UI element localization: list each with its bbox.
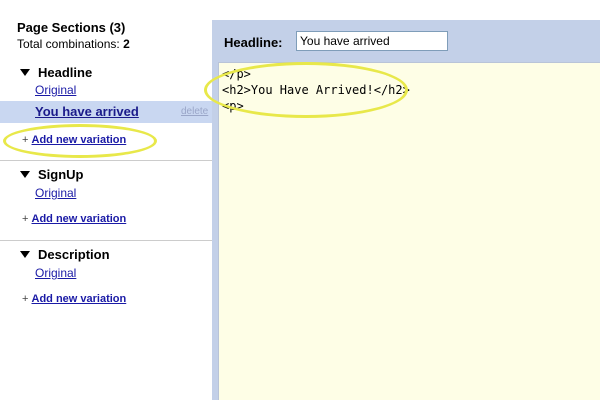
headline-field-label: Headline:: [224, 35, 283, 50]
plus-icon: +: [22, 213, 29, 225]
section-signup-toggle[interactable]: SignUp: [20, 166, 84, 182]
code-line: </p>: [222, 67, 251, 81]
delete-variation-link[interactable]: delete: [181, 106, 208, 117]
collapse-triangle-icon[interactable]: [20, 68, 30, 76]
add-new-variation-description[interactable]: + Add new variation: [22, 293, 126, 306]
collapse-triangle-icon[interactable]: [20, 170, 30, 178]
variation-selected-row[interactable]: You have arrived delete: [0, 101, 212, 123]
section-headline-toggle[interactable]: Headline: [20, 64, 92, 80]
section-divider: [0, 240, 212, 241]
html-code-editor[interactable]: </p> <h2>You Have Arrived!</h2> <p>: [218, 62, 600, 400]
add-new-variation-link[interactable]: Add new variation: [32, 213, 127, 225]
combinations-count: 2: [123, 37, 130, 51]
add-new-variation-link[interactable]: Add new variation: [32, 293, 127, 305]
variation-you-have-arrived-link[interactable]: You have arrived: [35, 104, 139, 119]
section-description-name: Description: [38, 246, 110, 262]
add-new-variation-signup[interactable]: + Add new variation: [22, 213, 126, 226]
collapse-triangle-icon[interactable]: [20, 250, 30, 258]
variation-original-link[interactable]: Original: [35, 266, 76, 280]
variation-original-link[interactable]: Original: [35, 186, 76, 200]
variation-editor-panel: Headline: </p> <h2>You Have Arrived!</h2…: [212, 20, 600, 400]
section-description-toggle[interactable]: Description: [20, 246, 110, 262]
headline-name-input[interactable]: [296, 31, 448, 51]
total-combinations: Total combinations: 2: [17, 37, 130, 52]
combinations-label: Total combinations:: [17, 37, 120, 51]
code-line: <p>: [222, 99, 244, 113]
variation-original-link[interactable]: Original: [35, 83, 76, 97]
page-sections-sidebar: Page Sections (3) Total combinations: 2 …: [0, 0, 212, 400]
page-sections-title: Page Sections (3): [17, 20, 126, 35]
sidebar-header: Page Sections (3) Total combinations: 2: [17, 20, 130, 52]
plus-icon: +: [22, 134, 29, 146]
section-headline-name: Headline: [38, 64, 93, 80]
plus-icon: +: [22, 293, 29, 305]
code-line: <h2>You Have Arrived!</h2>: [222, 83, 410, 97]
section-signup-name: SignUp: [38, 166, 84, 182]
add-new-variation-link[interactable]: Add new variation: [32, 134, 127, 146]
section-divider: [0, 160, 212, 161]
add-new-variation-headline[interactable]: + Add new variation: [22, 134, 126, 147]
